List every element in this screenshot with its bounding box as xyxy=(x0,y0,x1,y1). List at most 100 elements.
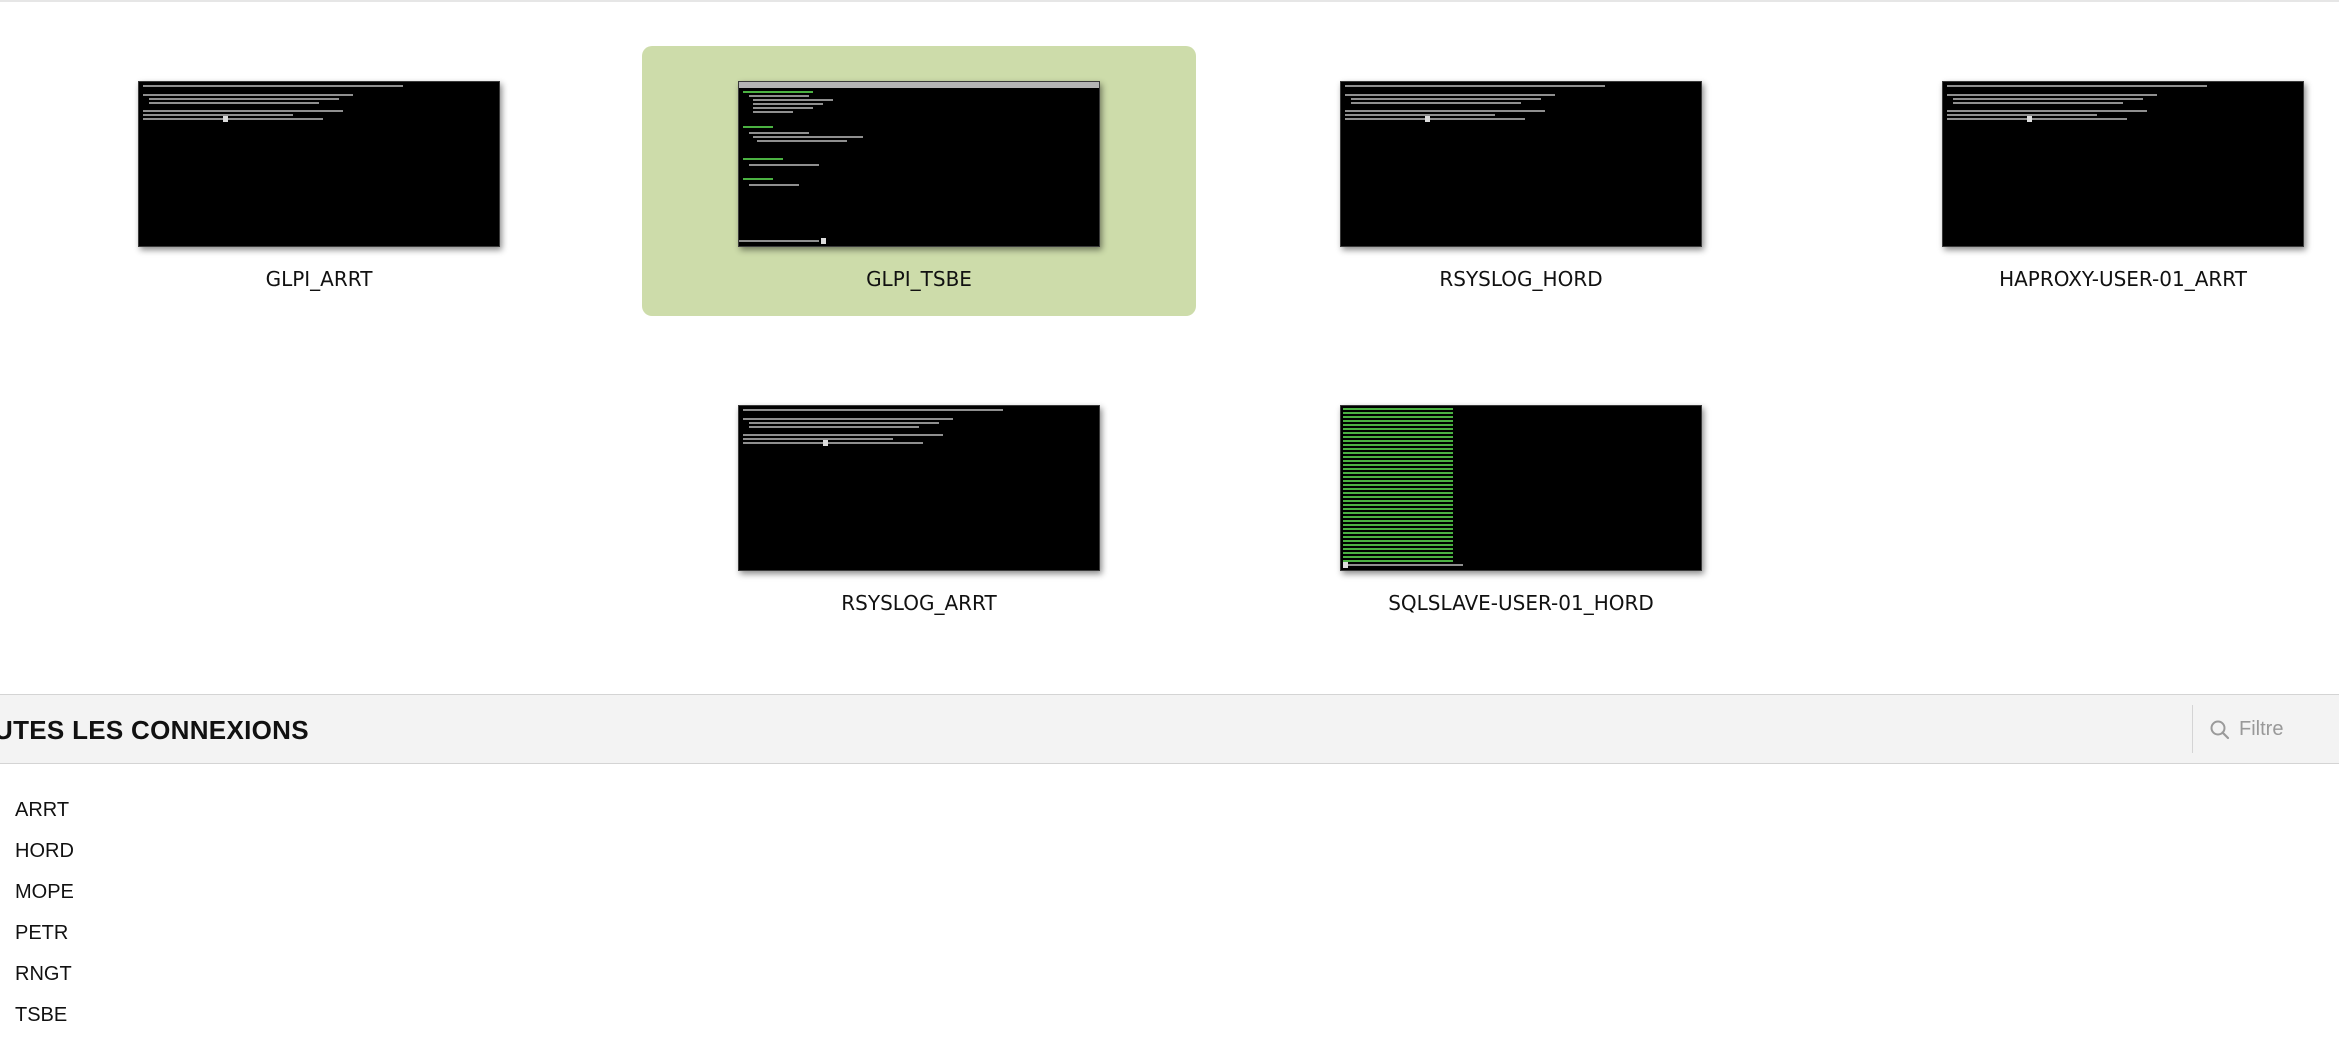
terminal-text-line xyxy=(743,434,943,436)
section-title: UTES LES CONNEXIONS xyxy=(0,715,309,745)
terminal-text-line xyxy=(143,94,353,96)
terminal-text-line xyxy=(1343,492,1453,494)
terminal-text-line xyxy=(743,442,923,444)
terminal-text-line xyxy=(749,164,819,166)
terminal-text-line xyxy=(1343,440,1453,442)
terminal-text-line xyxy=(753,99,833,101)
terminal-text-line xyxy=(1345,94,1555,96)
connection-name: RSYSLOG_HORD xyxy=(1439,267,1603,291)
connection-thumbnail xyxy=(1942,81,2304,247)
terminal-text-line xyxy=(1343,472,1453,474)
terminal-text-line xyxy=(743,126,773,128)
terminal-cursor xyxy=(823,440,828,446)
connection-thumbnail xyxy=(138,81,500,247)
terminal-text-line xyxy=(749,184,799,186)
terminal-text-line xyxy=(749,95,809,97)
terminal-text-line xyxy=(1343,416,1453,418)
terminal-text-line xyxy=(1343,448,1453,450)
terminal-text-line xyxy=(1343,504,1453,506)
terminal-text-line xyxy=(1343,512,1453,514)
terminal-text-line xyxy=(743,91,813,93)
connection-tile[interactable]: GLPI_ARRT xyxy=(42,46,596,316)
terminal-text-line xyxy=(1345,85,1605,87)
terminal-text-line xyxy=(1343,524,1453,526)
terminal-text-line xyxy=(753,111,793,113)
terminal-cursor xyxy=(1343,562,1348,568)
terminal-text-line xyxy=(1953,98,2143,100)
connection-tile[interactable]: RSYSLOG_ARRT xyxy=(642,370,1196,640)
terminal-text-line xyxy=(1947,110,2147,112)
terminal-text-line xyxy=(1343,420,1453,422)
terminal-text-line xyxy=(1343,488,1453,490)
terminal-text-line xyxy=(1343,444,1453,446)
terminal-text-line xyxy=(1343,564,1463,566)
terminal-text-line xyxy=(753,107,813,109)
terminal-text-line xyxy=(743,158,783,160)
terminal-text-line xyxy=(1343,468,1453,470)
all-connections-header: UTES LES CONNEXIONS xyxy=(0,694,2339,764)
connection-group-list: ARRT HORD MOPE PETR RNGT TSBE xyxy=(0,790,400,1036)
terminal-text-line xyxy=(1343,560,1453,562)
terminal-text-line xyxy=(757,140,847,142)
terminal-text-line xyxy=(753,103,823,105)
group-item[interactable]: HORD xyxy=(0,831,400,872)
search-icon xyxy=(2210,720,2230,740)
group-item[interactable]: RNGT xyxy=(0,954,400,995)
group-item[interactable]: MOPE xyxy=(0,872,400,913)
terminal-text-line xyxy=(1343,532,1453,534)
terminal-text-line xyxy=(1343,552,1453,554)
terminal-text-line xyxy=(739,82,1099,88)
connection-tile[interactable]: GLPI_TSBE xyxy=(642,46,1196,316)
terminal-cursor xyxy=(223,116,228,122)
terminal-text-line xyxy=(143,114,293,116)
terminal-text-line xyxy=(1343,480,1453,482)
connection-name: SQLSLAVE-USER-01_HORD xyxy=(1388,591,1654,615)
terminal-text-line xyxy=(1343,500,1453,502)
connection-thumbnail xyxy=(738,405,1100,571)
connection-name: GLPI_ARRT xyxy=(265,267,373,291)
group-item[interactable]: ARRT xyxy=(0,790,400,831)
terminal-text-line xyxy=(1947,85,2207,87)
terminal-text-line xyxy=(739,240,819,242)
connection-name: RSYSLOG_ARRT xyxy=(841,591,997,615)
terminal-text-line xyxy=(1345,110,1545,112)
filter-input[interactable] xyxy=(2237,714,2337,744)
terminal-text-line xyxy=(143,118,323,120)
terminal-text-line xyxy=(1351,102,1521,104)
terminal-text-line xyxy=(1351,98,1541,100)
terminal-text-line xyxy=(749,426,919,428)
terminal-text-line xyxy=(1343,520,1453,522)
terminal-text-line xyxy=(1343,528,1453,530)
terminal-text-line xyxy=(1343,456,1453,458)
terminal-text-line xyxy=(149,102,319,104)
terminal-cursor xyxy=(1425,116,1430,122)
terminal-text-line xyxy=(1343,412,1453,414)
terminal-text-line xyxy=(1343,540,1453,542)
connection-tile[interactable]: RSYSLOG_HORD xyxy=(1244,46,1798,316)
terminal-text-line xyxy=(743,438,893,440)
connection-name: HAPROXY-USER-01_ARRT xyxy=(1999,267,2247,291)
terminal-text-line xyxy=(753,136,863,138)
terminal-text-line xyxy=(1343,424,1453,426)
connection-tile[interactable]: HAPROXY-USER-01_ARRT xyxy=(1846,46,2339,316)
terminal-text-line xyxy=(743,409,1003,411)
connection-thumbnail xyxy=(1340,81,1702,247)
terminal-cursor xyxy=(821,238,826,244)
terminal-text-line xyxy=(743,178,773,180)
terminal-text-line xyxy=(149,98,339,100)
terminal-text-line xyxy=(1343,496,1453,498)
filter-box[interactable] xyxy=(2192,705,2339,753)
connection-thumbnail xyxy=(738,81,1100,247)
terminal-text-line xyxy=(143,85,403,87)
terminal-text-line xyxy=(1947,114,2097,116)
group-item[interactable]: PETR xyxy=(0,913,400,954)
group-item[interactable]: TSBE xyxy=(0,995,400,1036)
terminal-text-line xyxy=(1343,428,1453,430)
terminal-text-line xyxy=(143,110,343,112)
connection-name: GLPI_TSBE xyxy=(866,267,972,291)
terminal-text-line xyxy=(1343,452,1453,454)
terminal-text-line xyxy=(1343,464,1453,466)
connection-tile[interactable]: SQLSLAVE-USER-01_HORD xyxy=(1244,370,1798,640)
recent-connections: GLPI_ARRT GLPI_TSBE RSYSLOG_HORD HAPROXY… xyxy=(0,0,2339,690)
terminal-text-line xyxy=(1343,408,1453,410)
